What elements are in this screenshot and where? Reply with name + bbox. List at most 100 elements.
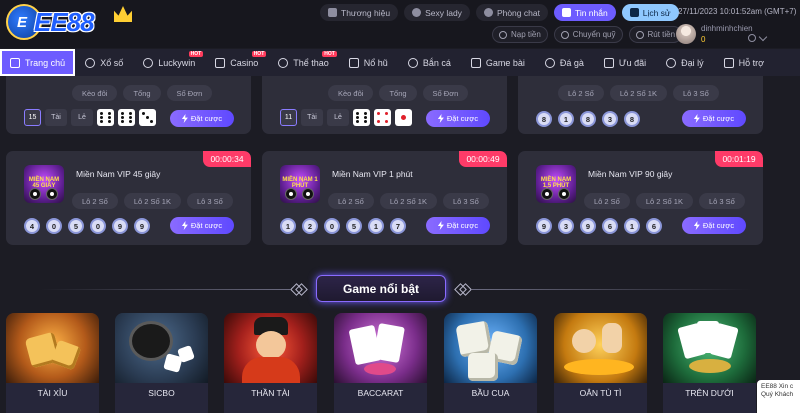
ball-icon — [29, 188, 41, 200]
bet-type-pill[interactable]: Lô 2 Số — [584, 193, 630, 209]
bet-type-pill[interactable]: Lô 2 Số 1K — [123, 193, 181, 209]
sexy-lady-link[interactable]: Sexy lady — [404, 4, 470, 21]
chat-widget[interactable]: EE88 Xin c Quý Khách — [757, 380, 800, 413]
bet-type-pill[interactable]: Lô 2 Số — [558, 85, 604, 101]
bet-type-pill[interactable]: Lô 2 Số 1K — [379, 193, 437, 209]
result-total: 11 — [280, 109, 297, 126]
bet-type-pill[interactable]: Lô 2 Số 1K — [609, 85, 667, 101]
result-ball: 6 — [602, 218, 618, 234]
messages-button[interactable]: Tin nhắn — [553, 4, 616, 21]
bet-type-pill[interactable]: Lô 3 Số — [186, 193, 233, 209]
brand-link[interactable]: Thương hiệu — [320, 4, 399, 21]
ball-icon — [558, 188, 570, 200]
game-tile-tren-duoi[interactable]: TRÊN DƯỚI — [663, 313, 756, 413]
casino-icon — [215, 57, 226, 68]
countdown-timer: 00:00:49 — [459, 151, 507, 167]
result-ball: 0 — [90, 218, 106, 234]
bet-type-pill[interactable]: Lô 3 Số — [698, 193, 745, 209]
bet-type-pill[interactable]: Tổng — [379, 85, 417, 101]
game-thumbnail[interactable]: MIỀN NAM 45 GIÂY — [24, 165, 64, 203]
game-tile-sicbo[interactable]: SICBO — [115, 313, 208, 413]
game-tile-than-tai[interactable]: THẦN TÀI — [224, 313, 317, 413]
nav-casino[interactable]: Casino HOT — [205, 49, 268, 76]
result-ball: 1 — [368, 218, 384, 234]
transfer-icon — [560, 30, 569, 39]
result-ball: 9 — [536, 218, 552, 234]
lottery-game-card: 00:00:49 MIỀN NAM 1 PHÚT Miền Nam VIP 1 … — [262, 151, 507, 245]
avatar[interactable] — [676, 24, 696, 44]
brand-logo[interactable]: E EE88 — [6, 4, 134, 40]
lottery-icon — [85, 57, 96, 68]
header: E EE88 Thương hiệu Sexy lady Phòng chat … — [0, 0, 800, 48]
deposit-button[interactable]: Nạp tiền — [492, 26, 548, 43]
account-menu[interactable] — [748, 32, 768, 42]
game-name: SICBO — [148, 388, 175, 398]
place-bet-button[interactable]: Đặt cược — [426, 217, 490, 234]
bet-type-pill[interactable]: Lô 2 Số 1K — [635, 193, 693, 209]
nav-slots[interactable]: Nổ hũ — [339, 49, 398, 76]
place-bet-button[interactable]: Đặt cược — [682, 217, 746, 234]
ball-icon — [46, 188, 58, 200]
place-bet-button[interactable]: Đặt cược — [682, 110, 746, 127]
game-tile-tai-xiu[interactable]: TÀI XỈU — [6, 313, 99, 413]
nav-sports[interactable]: Thể thao HOT — [268, 49, 339, 76]
game-tile-bau-cua[interactable]: BẦU CUA — [444, 313, 537, 413]
result-ball: 9 — [112, 218, 128, 234]
nav-support[interactable]: Hỗ trợ — [714, 49, 774, 76]
die-six-icon — [353, 109, 370, 126]
card-title: Miền Nam VIP 90 giây — [588, 169, 673, 179]
bet-type-pill[interactable]: Lô 2 Số — [72, 193, 118, 209]
result-ball: 8 — [580, 111, 596, 127]
nav-lottery[interactable]: Xổ số — [75, 49, 133, 76]
result-ball: 1 — [280, 218, 296, 234]
result-chip: Lẻ — [327, 109, 349, 126]
bet-type-pill[interactable]: Kèo đôi — [328, 85, 374, 101]
game-tile-baccarat[interactable]: BACCARAT — [334, 313, 427, 413]
transfer-button[interactable]: Chuyển quỹ — [553, 26, 623, 43]
luckywin-icon — [143, 57, 154, 68]
result-chip: Lẻ — [71, 109, 93, 126]
countdown-timer: 00:01:19 — [715, 151, 763, 167]
nav-fishing[interactable]: Bắn cá — [398, 49, 461, 76]
lottery-game-card: 00:01:19 MIỀN NAM 1,5 PHÚT Miền Nam VIP … — [518, 151, 763, 245]
bet-type-pill[interactable]: Số Đơn — [422, 85, 469, 101]
nav-promotions[interactable]: Ưu đãi — [594, 49, 656, 76]
username: dinhminhchien — [701, 24, 753, 33]
support-icon — [723, 57, 734, 68]
hot-badge: HOT — [322, 51, 337, 57]
game-name: THẦN TÀI — [251, 388, 290, 398]
game-tile-oan-tu-ti[interactable]: OẲN TÙ TÌ — [554, 313, 647, 413]
home-icon — [10, 57, 20, 68]
refresh-icon[interactable] — [748, 34, 756, 42]
bet-type-pill[interactable]: Lô 3 Số — [672, 85, 719, 101]
die-three-icon — [139, 109, 156, 126]
bet-type-pill[interactable]: Số Đơn — [166, 85, 213, 101]
nav-luckywin[interactable]: Luckywin HOT — [133, 49, 205, 76]
place-bet-button[interactable]: Đặt cược — [170, 110, 234, 127]
withdraw-button[interactable]: Rút tiền — [628, 26, 683, 43]
nav-card-games[interactable]: Game bài — [461, 49, 535, 76]
game-thumbnail[interactable]: MIỀN NAM 1,5 PHÚT — [536, 165, 576, 203]
game-thumbnail[interactable]: MIỀN NAM 1 PHÚT — [280, 165, 320, 203]
history-button[interactable]: Lịch sử — [621, 4, 679, 21]
die-six-icon — [118, 109, 135, 126]
place-bet-button[interactable]: Đặt cược — [426, 110, 490, 127]
ball-icon — [302, 188, 314, 200]
nav-home[interactable]: Trang chủ — [0, 49, 76, 76]
chat-room-link[interactable]: Phòng chat — [475, 4, 548, 21]
nav-cockfight[interactable]: Đá gà — [535, 49, 594, 76]
divider-line — [40, 289, 290, 290]
result-ball: 9 — [134, 218, 150, 234]
bet-type-pill[interactable]: Lô 2 Số — [328, 193, 374, 209]
result-ball: 3 — [602, 111, 618, 127]
chevron-down-icon[interactable] — [758, 32, 768, 41]
bolt-icon — [437, 221, 444, 230]
bet-type-pill[interactable]: Lô 3 Số — [442, 193, 489, 209]
bet-type-pill[interactable]: Kèo đôi — [72, 85, 118, 101]
place-bet-button[interactable]: Đặt cược — [170, 217, 234, 234]
bolt-icon — [693, 221, 700, 230]
nav-agency[interactable]: Đại lý — [656, 49, 714, 76]
top-links: Thương hiệu Sexy lady Phòng chat Tin nhắ… — [320, 4, 679, 21]
main-nav: Trang chủ Xổ số Luckywin HOT Casino HOT Th… — [0, 49, 800, 76]
bet-type-pill[interactable]: Tổng — [123, 85, 161, 101]
